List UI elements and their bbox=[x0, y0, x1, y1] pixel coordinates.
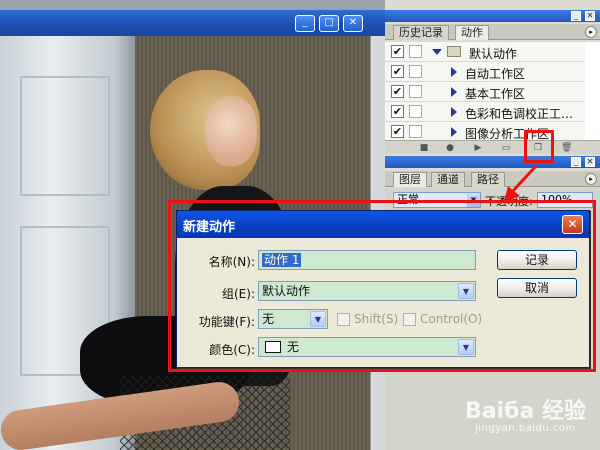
actions-toolbar: ■ ● ▶ ▭ ❐ 🗑 bbox=[385, 140, 600, 154]
record-icon[interactable]: ● bbox=[445, 143, 455, 153]
panel-minimize-button[interactable]: _ bbox=[571, 157, 581, 167]
watermark-text: Baiбa 经验 bbox=[465, 399, 587, 424]
expand-arrow-icon[interactable] bbox=[432, 49, 442, 55]
panel-close-button[interactable]: ✕ bbox=[585, 11, 595, 21]
dialog-toggle-box[interactable] bbox=[409, 45, 422, 58]
collapsed-arrow-icon[interactable] bbox=[451, 107, 457, 117]
set-select[interactable]: 默认动作 ▼ bbox=[258, 281, 476, 301]
tab-paths[interactable]: 路径 bbox=[471, 172, 505, 187]
panel-menu-icon[interactable]: ▸ bbox=[585, 173, 597, 185]
chevron-down-icon[interactable]: ▼ bbox=[458, 339, 474, 355]
panel-menu-icon[interactable]: ▸ bbox=[585, 26, 597, 38]
collapsed-arrow-icon[interactable] bbox=[451, 87, 457, 97]
toggle-checkbox[interactable]: ✔ bbox=[391, 65, 404, 78]
stop-icon[interactable]: ■ bbox=[419, 143, 429, 153]
set-value: 默认动作 bbox=[262, 284, 311, 298]
action-label: 自动工作区 bbox=[465, 67, 526, 81]
name-input[interactable]: 动作 1 bbox=[258, 250, 476, 270]
shift-checkbox[interactable] bbox=[337, 313, 350, 326]
highlight-new-action bbox=[524, 130, 554, 163]
watermark-logo: Baiбa 经验 jingyan.baidu.com bbox=[465, 393, 595, 443]
chevron-down-icon[interactable]: ▼ bbox=[458, 283, 474, 299]
collapsed-arrow-icon[interactable] bbox=[451, 67, 457, 77]
color-value: 无 bbox=[287, 340, 300, 354]
tab-layers[interactable]: 图层 bbox=[393, 172, 427, 187]
toggle-checkbox[interactable]: ✔ bbox=[391, 45, 404, 58]
function-key-label: 功能键(F): bbox=[198, 315, 255, 329]
action-label: 色彩和色调校正工… bbox=[465, 107, 574, 121]
layers-panel-titlebar[interactable]: _ ✕ bbox=[385, 156, 600, 168]
dialog-toggle-box[interactable] bbox=[409, 65, 422, 78]
cancel-button[interactable]: 取消 bbox=[497, 278, 577, 298]
tab-channels[interactable]: 通道 bbox=[431, 172, 465, 187]
top-strip bbox=[0, 0, 385, 10]
color-select[interactable]: 无 ▼ bbox=[258, 337, 476, 357]
function-key-select[interactable]: 无 ▼ bbox=[258, 309, 328, 329]
color-label: 颜色(C): bbox=[209, 343, 255, 357]
new-set-icon[interactable]: ▭ bbox=[501, 143, 511, 153]
list-item[interactable]: ✔ 自动工作区 bbox=[385, 62, 585, 82]
panel-close-button[interactable]: ✕ bbox=[585, 157, 595, 167]
color-swatch bbox=[265, 341, 281, 353]
shift-label: Shift(S) bbox=[354, 312, 399, 326]
panel-minimize-button[interactable]: _ bbox=[571, 11, 581, 21]
list-item[interactable]: ✔ 基本工作区 bbox=[385, 82, 585, 102]
tab-history[interactable]: 历史记录 bbox=[393, 25, 449, 40]
tab-actions[interactable]: 动作 bbox=[455, 25, 489, 40]
play-icon[interactable]: ▶ bbox=[473, 143, 483, 153]
dialog-toggle-box[interactable] bbox=[409, 85, 422, 98]
set-label: 默认动作 bbox=[469, 47, 518, 61]
record-button[interactable]: 记录 bbox=[497, 250, 577, 270]
list-item[interactable]: ✔ 色彩和色调校正工… bbox=[385, 102, 585, 122]
actions-tabbar: 历史记录 动作 ▸ bbox=[385, 24, 600, 40]
toggle-checkbox[interactable]: ✔ bbox=[391, 105, 404, 118]
control-checkbox[interactable] bbox=[403, 313, 416, 326]
new-action-dialog: 新建动作 ✕ 名称(N): 动作 1 组(E): 默认动作 ▼ 功能键(F): … bbox=[176, 210, 590, 368]
name-value: 动作 1 bbox=[262, 253, 302, 267]
list-item[interactable]: ✔ 图像分析工作区 bbox=[385, 122, 585, 142]
action-label: 基本工作区 bbox=[465, 87, 526, 101]
chevron-down-icon[interactable]: ▼ bbox=[310, 311, 326, 327]
maximize-button[interactable]: □ bbox=[319, 15, 339, 32]
dialog-titlebar[interactable]: 新建动作 ✕ bbox=[177, 211, 589, 238]
list-item[interactable]: ✔ 默认动作 bbox=[385, 42, 585, 62]
model-face bbox=[205, 96, 257, 166]
dialog-toggle-box[interactable] bbox=[409, 125, 422, 138]
minimize-button[interactable]: _ bbox=[295, 15, 315, 32]
toggle-checkbox[interactable]: ✔ bbox=[391, 125, 404, 138]
layers-tabbar: 图层 通道 路径 ▸ bbox=[385, 171, 600, 187]
toggle-checkbox[interactable]: ✔ bbox=[391, 85, 404, 98]
actions-list: ✔ 默认动作 ✔ 自动工作区 ✔ 基本工作区 ✔ 色彩和色调校正工… ✔ 图像分… bbox=[385, 42, 600, 142]
function-key-value: 无 bbox=[262, 312, 275, 326]
folder-icon bbox=[447, 46, 461, 57]
close-window-button[interactable]: ✕ bbox=[343, 15, 363, 32]
dialog-close-button[interactable]: ✕ bbox=[562, 215, 583, 234]
trash-icon[interactable]: 🗑 bbox=[561, 143, 572, 153]
dialog-toggle-box[interactable] bbox=[409, 105, 422, 118]
control-label: Control(O) bbox=[420, 312, 483, 326]
collapsed-arrow-icon[interactable] bbox=[451, 127, 457, 137]
watermark-url: jingyan.baidu.com bbox=[475, 423, 576, 434]
name-label: 名称(N): bbox=[208, 255, 255, 269]
dialog-title: 新建动作 bbox=[183, 220, 236, 235]
actions-panel-titlebar[interactable]: _ ✕ bbox=[385, 10, 600, 22]
set-label: 组(E): bbox=[222, 287, 255, 301]
